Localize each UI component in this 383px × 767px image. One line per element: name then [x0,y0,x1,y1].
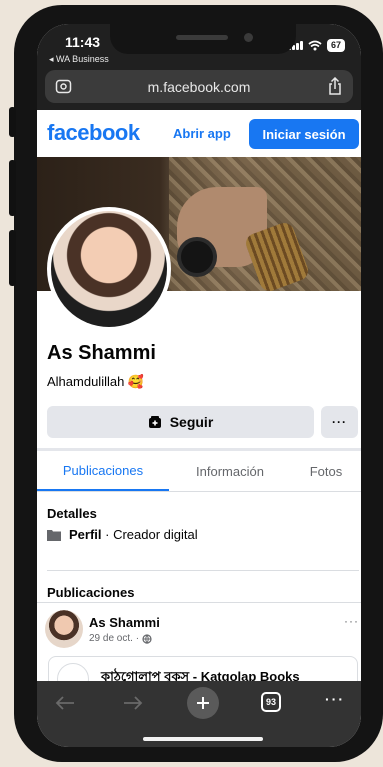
tab-publicaciones[interactable]: Publicaciones [37,451,169,491]
post-meta: 29 de oct. · [89,633,152,644]
home-indicator [143,737,263,741]
phone-side-button [9,160,16,216]
post-more-button[interactable]: ··· [344,614,359,628]
posts-title: Publicaciones [47,585,135,600]
tab-informacion[interactable]: Información [169,451,291,491]
tab-fotos[interactable]: Fotos [291,451,361,491]
share-icon[interactable] [327,77,343,95]
follow-label: Seguir [169,414,214,430]
profile-name: As Shammi [47,342,156,364]
profile-picture[interactable] [47,207,171,331]
details-title: Detalles [47,506,97,521]
menu-button[interactable]: ··· [325,691,345,707]
globe-icon [142,633,152,644]
facebook-logo[interactable]: facebook [47,120,140,146]
divider [47,570,359,571]
detail-label: Perfil [69,527,102,542]
post-author-avatar[interactable] [45,610,83,648]
detail-text: · Creador digital [101,527,198,542]
detail-row: Perfil · Creador digital [47,527,198,542]
folder-icon [47,529,61,541]
screen: 11:43 ◂ WA Business 67 m.facebook.com fa… [37,24,361,747]
divider [37,602,361,603]
tabs-button[interactable]: 93 [261,692,281,712]
battery-indicator: 67 [326,39,345,52]
status-time: 11:43 [65,34,101,50]
login-button[interactable]: Iniciar sesión [249,119,359,149]
follow-button[interactable]: Seguir [47,406,314,438]
url-text[interactable]: m.facebook.com [45,79,353,95]
divider [37,491,361,492]
forward-arrow-icon [124,696,143,710]
phone-side-button [9,230,16,286]
more-options-button[interactable]: ··· [321,406,358,438]
facebook-header: facebook Abrir app Iniciar sesión [37,110,361,157]
notch [110,24,296,54]
profile-tabs: Publicaciones Información Fotos [37,451,361,491]
post-author-name[interactable]: As Shammi [89,615,160,630]
back-button[interactable] [51,689,79,717]
url-bar[interactable]: m.facebook.com [45,70,353,103]
new-tab-button[interactable] [187,687,219,719]
post-date[interactable]: 29 de oct. · [89,633,139,644]
plus-icon [197,697,209,709]
phone-side-button [9,107,16,137]
back-arrow-icon [55,696,74,710]
back-to-app-link[interactable]: ◂ WA Business [49,54,109,65]
profile-bio: Alhamdulillah 🥰 [47,374,145,389]
wifi-icon [308,40,322,51]
status-icons: 67 [287,39,345,52]
open-app-link[interactable]: Abrir app [173,126,231,141]
follow-icon [148,416,161,428]
forward-button[interactable] [119,689,147,717]
